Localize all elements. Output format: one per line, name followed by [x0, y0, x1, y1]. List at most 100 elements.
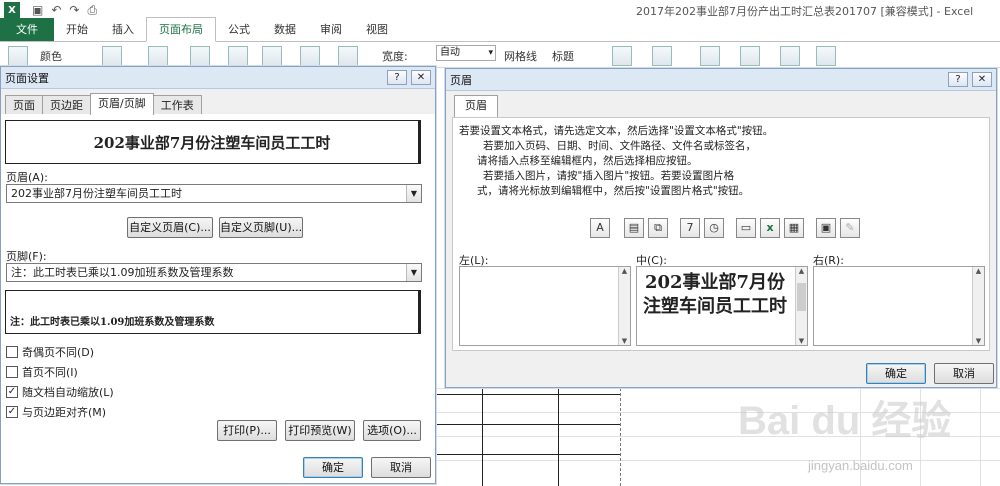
- format-picture-icon[interactable]: ✎: [840, 218, 860, 238]
- checkmark-icon[interactable]: ✓: [6, 386, 18, 398]
- table-border: [558, 378, 559, 486]
- print-preview-button[interactable]: 打印预览(W): [285, 420, 355, 441]
- table-border: [436, 454, 620, 455]
- ribbon-tabs: 文件 开始 插入 页面布局 公式 数据 审阅 视图: [0, 17, 1000, 42]
- header-combo[interactable]: 202事业部7月份注塑车间员工工时 ▼: [6, 184, 422, 203]
- left-section-input[interactable]: ▲ ▼: [459, 266, 631, 346]
- send-backward-icon[interactable]: [652, 46, 672, 66]
- save-icon[interactable]: ▣: [32, 3, 43, 18]
- different-odd-even-checkbox[interactable]: 奇偶页不同(D): [6, 344, 94, 360]
- chevron-down-icon[interactable]: ▼: [406, 185, 421, 202]
- background-icon[interactable]: [300, 46, 320, 66]
- cancel-button[interactable]: 取消: [934, 363, 994, 384]
- scroll-down-icon[interactable]: ▼: [973, 337, 984, 345]
- chevron-down-icon[interactable]: ▼: [406, 264, 421, 281]
- tab-data[interactable]: 数据: [262, 18, 308, 41]
- header-pane: 若要设置文本格式，请先选定文本，然后选择"设置文本格式"按钮。 若要加入页码、日…: [452, 117, 990, 351]
- group-icon[interactable]: [780, 46, 800, 66]
- selection-pane-icon[interactable]: [700, 46, 720, 66]
- footer-preview: 注：此工时表已乘以1.09加班系数及管理系数: [5, 290, 421, 334]
- undo-icon[interactable]: ↶: [51, 3, 61, 18]
- page-setup-titlebar: 页面设置 ? ✕: [1, 67, 435, 89]
- checkmark-icon[interactable]: ✓: [6, 406, 18, 418]
- scale-with-document-checkbox[interactable]: ✓ 随文档自动缩放(L): [6, 384, 114, 400]
- tab-review[interactable]: 审阅: [308, 18, 354, 41]
- help-button[interactable]: ?: [948, 72, 968, 87]
- ok-button[interactable]: 确定: [303, 457, 363, 478]
- themes-icon[interactable]: [8, 46, 28, 66]
- help-button[interactable]: ?: [387, 70, 407, 85]
- scrollbar[interactable]: ▲ ▼: [795, 267, 807, 345]
- tab-header[interactable]: 页眉: [454, 95, 498, 117]
- tab-page[interactable]: 页面: [5, 95, 43, 115]
- footer-label: 页脚(F):: [6, 250, 47, 263]
- file-path-icon[interactable]: ▭: [736, 218, 756, 238]
- scroll-down-icon[interactable]: ▼: [619, 337, 630, 345]
- tab-view[interactable]: 视图: [354, 18, 400, 41]
- scroll-up-icon[interactable]: ▲: [973, 267, 984, 275]
- align-with-margins-checkbox[interactable]: ✓ 与页边距对齐(M): [6, 404, 106, 420]
- redo-icon[interactable]: ↷: [69, 3, 79, 18]
- tab-formulas[interactable]: 公式: [216, 18, 262, 41]
- scroll-thumb[interactable]: [797, 283, 806, 311]
- date-icon[interactable]: 7: [680, 218, 700, 238]
- align-icon[interactable]: [740, 46, 760, 66]
- checkbox-box[interactable]: [6, 366, 18, 378]
- page-count-icon[interactable]: ⧉: [648, 218, 668, 238]
- tab-margins[interactable]: 页边距: [42, 95, 91, 115]
- options-button[interactable]: 选项(O)...: [363, 420, 421, 441]
- insert-picture-icon[interactable]: ▣: [816, 218, 836, 238]
- custom-footer-button[interactable]: 自定义页脚(U)...: [219, 217, 303, 238]
- table-border: [436, 394, 620, 395]
- print-area-icon[interactable]: [228, 46, 248, 66]
- page-setup-tabs: 页面 页边距 页眉/页脚 工作表: [5, 93, 202, 115]
- scroll-up-icon[interactable]: ▲: [796, 267, 807, 275]
- custom-header-button[interactable]: 自定义页眉(C)...: [127, 217, 213, 238]
- scroll-down-icon[interactable]: ▼: [796, 337, 807, 345]
- scrollbar[interactable]: ▲ ▼: [618, 267, 630, 345]
- print-titles-icon[interactable]: [338, 46, 358, 66]
- print-button[interactable]: 打印(P)...: [217, 420, 277, 441]
- time-icon[interactable]: ◷: [704, 218, 724, 238]
- rotate-icon[interactable]: [816, 46, 836, 66]
- page-break-line: [620, 378, 621, 486]
- sheet-name-icon[interactable]: ▦: [784, 218, 804, 238]
- excel-logo-icon: X: [4, 2, 20, 18]
- header-combo-value: 202事业部7月份注塑车间员工工时: [11, 187, 182, 200]
- right-section-input[interactable]: ▲ ▼: [813, 266, 985, 346]
- header-dialog-title: 页眉: [450, 73, 472, 87]
- close-button[interactable]: ✕: [972, 72, 992, 87]
- scrollbar[interactable]: ▲ ▼: [972, 267, 984, 345]
- tab-home[interactable]: 开始: [54, 18, 100, 41]
- file-name-icon[interactable]: x: [760, 218, 780, 238]
- checkbox-label: 随文档自动缩放(L): [22, 386, 114, 399]
- tab-file[interactable]: 文件: [0, 18, 54, 41]
- size-icon[interactable]: [190, 46, 210, 66]
- cancel-button[interactable]: 取消: [371, 457, 431, 478]
- width-combo[interactable]: 自动: [436, 45, 496, 61]
- checkbox-box[interactable]: [6, 346, 18, 358]
- footer-combo[interactable]: 注：此工时表已乘以1.09加班系数及管理系数 ▼: [6, 263, 422, 282]
- instruction-line: 请将插入点移至编辑框内，然后选择相应按钮。: [477, 155, 698, 167]
- ok-button[interactable]: 确定: [866, 363, 926, 384]
- orientation-icon[interactable]: [148, 46, 168, 66]
- different-first-page-checkbox[interactable]: 首页不同(I): [6, 364, 78, 380]
- margins-icon[interactable]: [102, 46, 122, 66]
- instruction-line: 若要加入页码、日期、时间、文件路径、文件名或标签名，: [483, 140, 756, 152]
- print-preview-icon[interactable]: ⎙: [87, 3, 97, 18]
- header-dialog-titlebar: 页眉 ? ✕: [446, 69, 996, 91]
- format-text-icon[interactable]: A: [590, 218, 610, 238]
- breaks-icon[interactable]: [262, 46, 282, 66]
- page-number-icon[interactable]: ▤: [624, 218, 644, 238]
- tab-insert[interactable]: 插入: [100, 18, 146, 41]
- scroll-up-icon[interactable]: ▲: [619, 267, 630, 275]
- close-button[interactable]: ✕: [411, 70, 431, 85]
- tab-header-footer[interactable]: 页眉/页脚: [90, 93, 154, 115]
- bring-forward-icon[interactable]: [612, 46, 632, 66]
- instruction-line: 若要插入图片，请按"插入图片"按钮。若要设置图片格: [483, 170, 735, 182]
- colors-button[interactable]: 颜色: [40, 48, 62, 64]
- center-section-input[interactable]: 202事业部7月份注塑车间员工工时 ▲ ▼: [636, 266, 808, 346]
- header-preview: 202事业部7月份注塑车间员工工时: [5, 120, 421, 164]
- tab-page-layout[interactable]: 页面布局: [146, 17, 216, 42]
- tab-sheet[interactable]: 工作表: [152, 95, 202, 115]
